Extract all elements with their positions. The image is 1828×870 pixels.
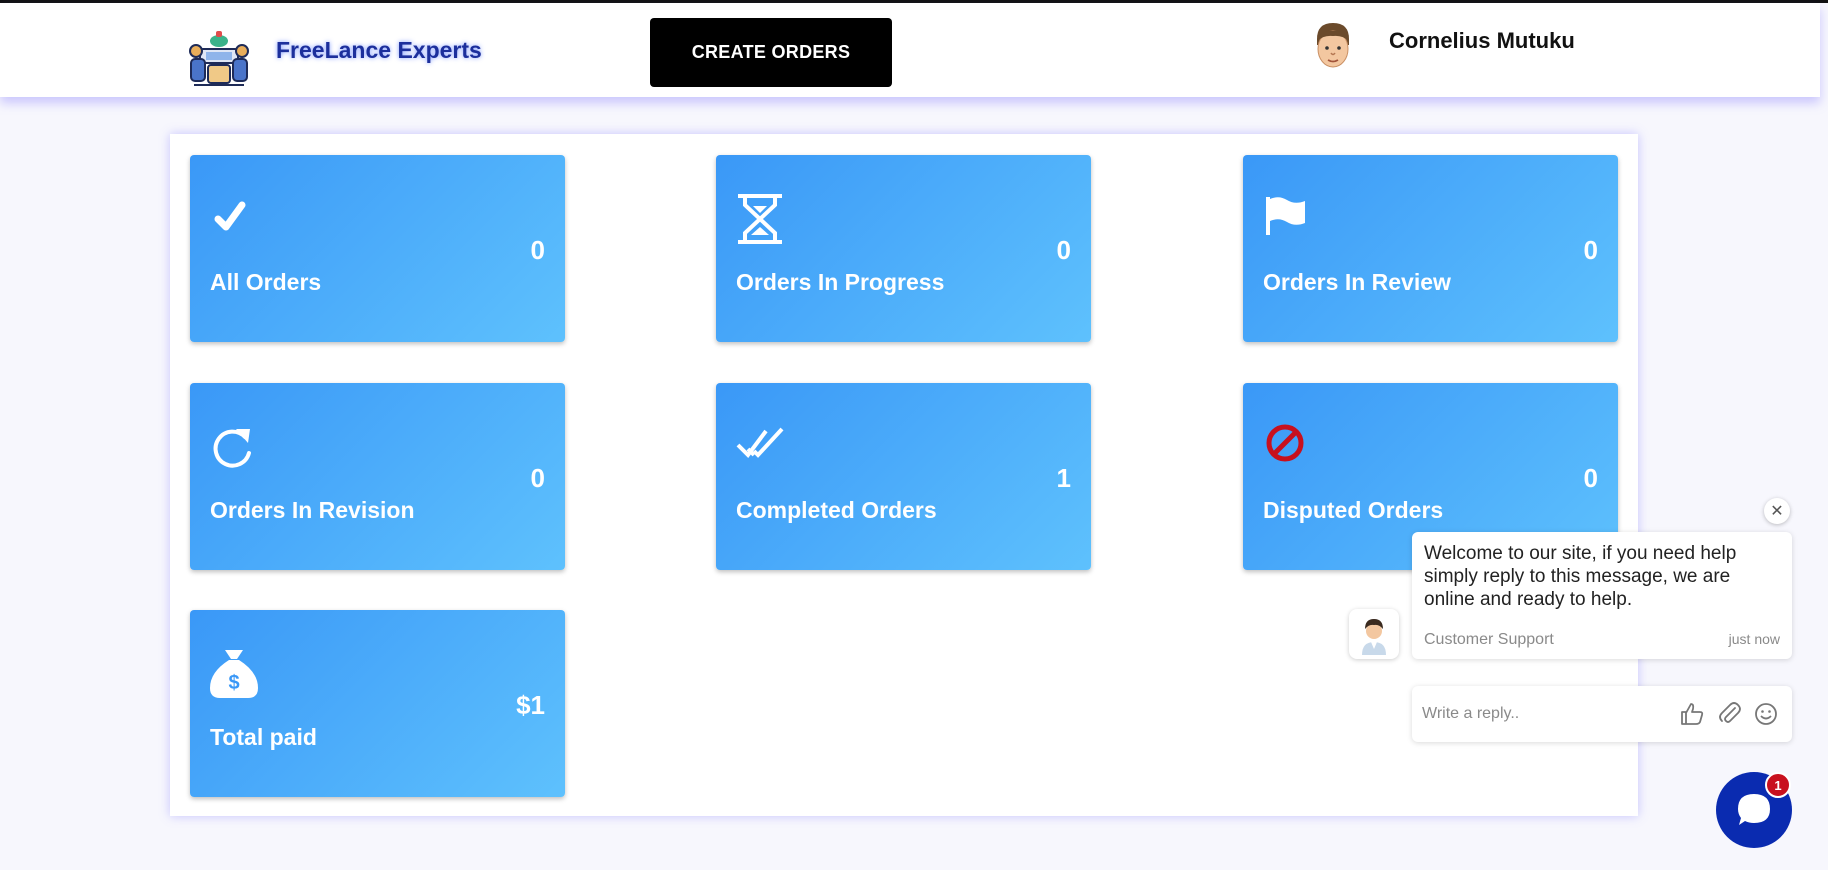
- card-label: Orders In Review: [1263, 269, 1451, 295]
- card-completed-orders[interactable]: 1 Completed Orders: [716, 383, 1091, 570]
- hourglass-icon: [738, 194, 782, 244]
- card-value: 0: [530, 235, 545, 265]
- card-label: Disputed Orders: [1263, 497, 1444, 523]
- card-value: 0: [1056, 235, 1071, 265]
- card-orders-in-review[interactable]: 0 Orders In Review: [1243, 155, 1618, 342]
- money-bag-icon: $: [210, 650, 258, 698]
- logo-icon[interactable]: [188, 27, 250, 89]
- check-icon: [214, 201, 246, 231]
- card-value: 0: [1583, 463, 1598, 493]
- page: FreeLance Experts CREATE ORDERS Corneliu…: [0, 0, 1828, 870]
- card-orders-in-progress[interactable]: 0 Orders In Progress: [716, 155, 1091, 342]
- chat-message-text: Welcome to our site, if you need help si…: [1424, 543, 1737, 610]
- brand-name[interactable]: FreeLance Experts: [276, 37, 482, 64]
- svg-text:$: $: [228, 672, 239, 694]
- card-value: $1: [516, 690, 545, 720]
- emoji-icon[interactable]: [1752, 700, 1780, 728]
- attachment-icon[interactable]: [1716, 700, 1744, 728]
- card-all-orders[interactable]: 0 All Orders: [190, 155, 565, 342]
- card-label: Total paid: [210, 724, 317, 750]
- chat-bubble-icon: [1738, 794, 1770, 825]
- chat-timestamp: just now: [1728, 631, 1780, 647]
- flag-icon: [1266, 197, 1305, 235]
- user-avatar-icon[interactable]: [1309, 19, 1357, 75]
- header: FreeLance Experts CREATE ORDERS Corneliu…: [0, 3, 1820, 97]
- chat-reply-input[interactable]: [1422, 700, 1662, 728]
- close-icon: ✕: [1770, 503, 1784, 520]
- card-label: Completed Orders: [736, 497, 937, 523]
- chat-reply-box: [1412, 686, 1792, 742]
- chat-sender: Customer Support: [1424, 631, 1554, 648]
- chat-message-bubble: Welcome to our site, if you need help si…: [1412, 532, 1792, 659]
- double-check-icon: [736, 427, 784, 459]
- card-label: All Orders: [210, 269, 322, 295]
- refresh-icon: [213, 429, 251, 468]
- chat-close-button[interactable]: ✕: [1764, 498, 1790, 524]
- card-label: Orders In Revision: [210, 497, 415, 523]
- card-total-paid[interactable]: $ $1 Total paid: [190, 610, 565, 797]
- ban-icon: [1266, 424, 1304, 462]
- thumbs-up-icon[interactable]: [1678, 700, 1706, 728]
- card-value: 0: [530, 463, 545, 493]
- card-orders-in-revision[interactable]: 0 Orders In Revision: [190, 383, 565, 570]
- user-name[interactable]: Cornelius Mutuku: [1389, 28, 1575, 54]
- card-value: 1: [1056, 463, 1071, 493]
- card-value: 0: [1583, 235, 1598, 265]
- create-orders-button[interactable]: CREATE ORDERS: [650, 18, 892, 87]
- chat-notification-badge: 1: [1765, 772, 1791, 798]
- card-label: Orders In Progress: [736, 269, 945, 295]
- support-agent-avatar-icon: [1349, 609, 1399, 659]
